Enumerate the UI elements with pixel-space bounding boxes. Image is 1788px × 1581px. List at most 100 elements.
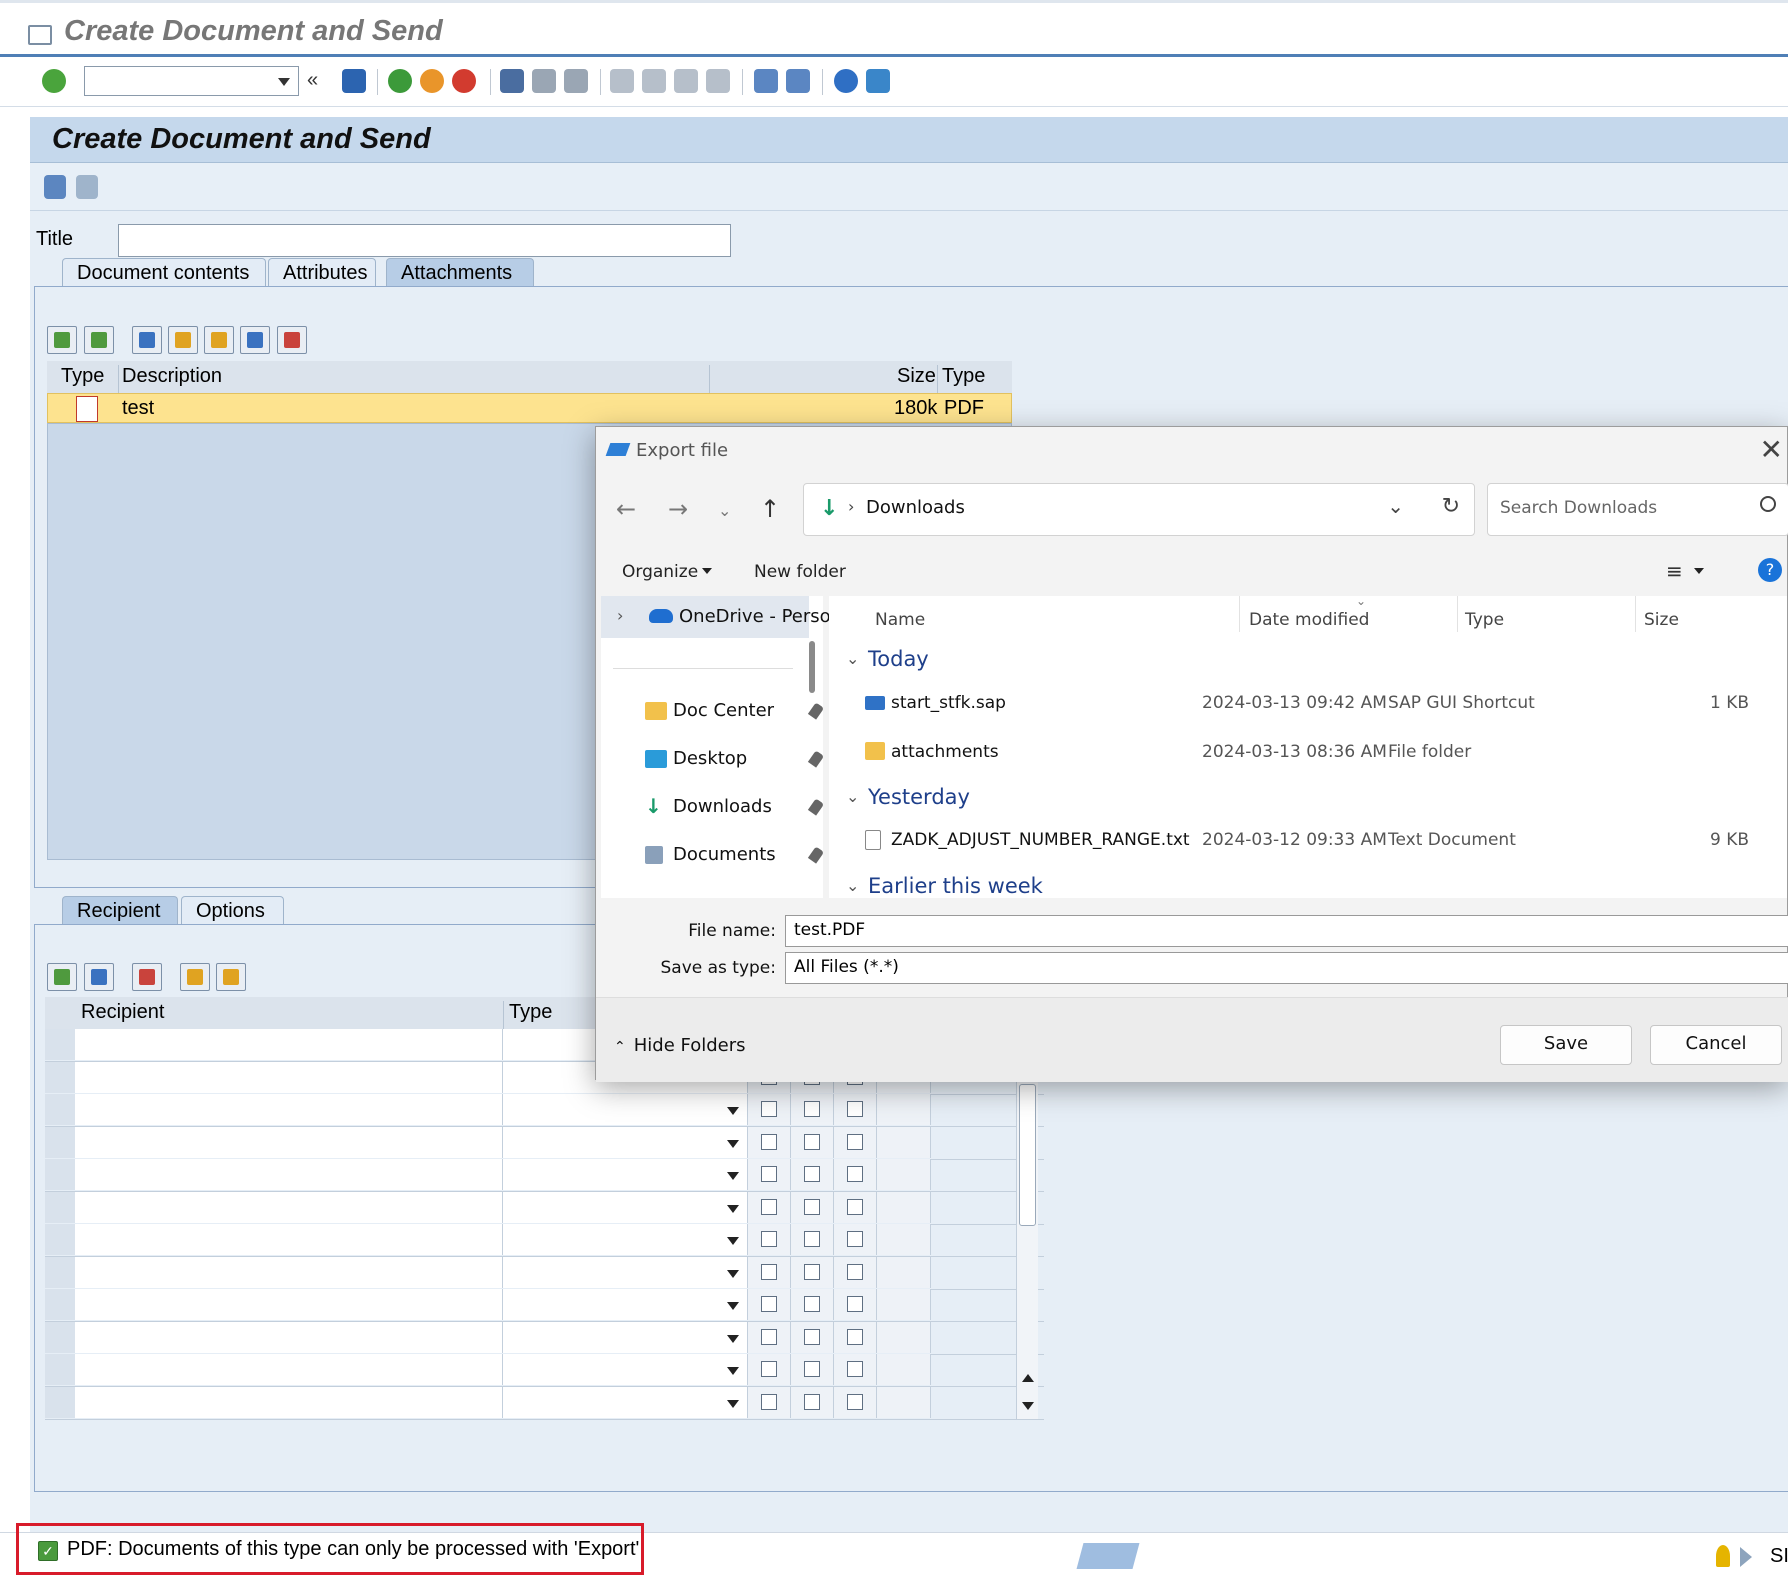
file-name-input[interactable]: test.PDF bbox=[785, 915, 1788, 947]
group-today[interactable]: ⌄ Today bbox=[846, 647, 929, 671]
row-selector[interactable] bbox=[45, 1354, 76, 1385]
recipient-cell[interactable] bbox=[75, 1029, 503, 1060]
scrollbar-thumb[interactable] bbox=[1019, 1084, 1036, 1226]
previous-page-icon[interactable] bbox=[642, 69, 666, 93]
row-selector[interactable] bbox=[45, 1191, 76, 1223]
column-size[interactable]: Size bbox=[1644, 610, 1679, 630]
checkbox[interactable] bbox=[804, 1166, 820, 1182]
chevron-down-icon[interactable] bbox=[727, 1269, 739, 1278]
edit-button[interactable] bbox=[132, 326, 162, 354]
attachment-icon[interactable] bbox=[76, 175, 98, 199]
column-type[interactable]: Type bbox=[61, 365, 104, 388]
refresh-icon[interactable]: ↻ bbox=[1442, 494, 1460, 519]
attachment-row[interactable]: test 180k PDF bbox=[47, 393, 1012, 423]
up-arrow-icon[interactable]: ↑ bbox=[760, 495, 780, 523]
row-selector[interactable] bbox=[45, 1321, 76, 1353]
checkbox[interactable] bbox=[804, 1361, 820, 1377]
find-next-icon[interactable] bbox=[564, 69, 588, 93]
recipient-cell[interactable] bbox=[75, 1289, 503, 1320]
print-icon[interactable] bbox=[500, 69, 524, 93]
checkbox[interactable] bbox=[847, 1133, 863, 1150]
checkbox[interactable] bbox=[761, 1328, 777, 1345]
checkbox[interactable] bbox=[761, 1101, 777, 1117]
address-bar[interactable]: ↓ › Downloads ⌄ ↻ bbox=[803, 483, 1475, 536]
row-selector[interactable] bbox=[45, 1126, 76, 1158]
table-row[interactable] bbox=[45, 1321, 1044, 1355]
checkbox[interactable] bbox=[804, 1263, 820, 1280]
column-description[interactable]: Description bbox=[122, 365, 222, 388]
type-cell[interactable] bbox=[503, 1126, 748, 1158]
title-input[interactable] bbox=[118, 224, 731, 257]
save-as-type-select[interactable]: All Files (*.*) bbox=[785, 952, 1788, 984]
checkbox[interactable] bbox=[761, 1296, 777, 1312]
checkbox[interactable] bbox=[761, 1361, 777, 1377]
save-button[interactable]: Save bbox=[1500, 1025, 1632, 1065]
help-icon[interactable]: ? bbox=[1758, 558, 1782, 582]
checkbox[interactable] bbox=[761, 1166, 777, 1182]
new-folder-button[interactable]: New folder bbox=[754, 562, 846, 582]
display-button[interactable] bbox=[277, 326, 307, 354]
delete-button[interactable] bbox=[240, 326, 270, 354]
chevron-down-icon[interactable] bbox=[727, 1334, 739, 1343]
row-selector[interactable] bbox=[45, 1224, 76, 1255]
checkbox[interactable] bbox=[804, 1328, 820, 1345]
save-icon[interactable] bbox=[342, 69, 366, 93]
table-row[interactable] bbox=[45, 1289, 1044, 1322]
column-type[interactable]: Type bbox=[1465, 610, 1504, 630]
first-page-icon[interactable] bbox=[610, 69, 634, 93]
checkbox[interactable] bbox=[761, 1231, 777, 1247]
search-icon[interactable] bbox=[1760, 496, 1776, 512]
nav-item-desktop[interactable]: Desktop bbox=[645, 748, 825, 769]
find-icon[interactable] bbox=[532, 69, 556, 93]
chevron-down-icon[interactable] bbox=[727, 1399, 739, 1408]
row-selector[interactable] bbox=[45, 1094, 76, 1125]
table-row[interactable] bbox=[45, 1354, 1044, 1387]
recipient-cell[interactable] bbox=[75, 1386, 503, 1418]
scroll-down-icon[interactable] bbox=[1022, 1402, 1034, 1410]
table-row[interactable] bbox=[45, 1224, 1044, 1257]
shortcut-icon[interactable] bbox=[786, 69, 810, 93]
collapse-icon[interactable]: « bbox=[307, 69, 325, 93]
table-row[interactable] bbox=[45, 1094, 1044, 1127]
row-selector[interactable] bbox=[45, 1029, 76, 1060]
recipient-cell[interactable] bbox=[75, 1321, 503, 1353]
chevron-down-icon[interactable] bbox=[727, 1107, 739, 1115]
checkbox[interactable] bbox=[804, 1133, 820, 1150]
type-cell[interactable] bbox=[503, 1191, 748, 1223]
table-row[interactable] bbox=[45, 1191, 1044, 1225]
nav-item-onedrive[interactable]: OneDrive - Perso bbox=[679, 606, 831, 627]
recipient-cell[interactable] bbox=[75, 1354, 503, 1385]
checkbox[interactable] bbox=[847, 1296, 863, 1312]
view-dropdown-icon[interactable] bbox=[1694, 568, 1704, 574]
row-selector[interactable] bbox=[45, 1386, 76, 1418]
append-button[interactable] bbox=[204, 326, 234, 354]
column-recipient[interactable]: Recipient bbox=[81, 1001, 164, 1024]
type-cell[interactable] bbox=[503, 1289, 748, 1320]
type-cell[interactable] bbox=[503, 1159, 748, 1190]
hint-icon[interactable] bbox=[1716, 1545, 1730, 1567]
chevron-down-icon[interactable] bbox=[727, 1204, 739, 1213]
recipients-scrollbar[interactable] bbox=[1016, 1082, 1038, 1419]
next-page-icon[interactable] bbox=[674, 69, 698, 93]
export-button[interactable] bbox=[84, 326, 114, 354]
recipient-insert-button[interactable] bbox=[180, 963, 210, 991]
exit-icon[interactable] bbox=[420, 69, 444, 93]
checkbox[interactable] bbox=[761, 1133, 777, 1150]
nav-item-doc-center[interactable]: Doc Center bbox=[645, 700, 825, 721]
column-name[interactable]: Name bbox=[875, 610, 925, 630]
recipient-cell[interactable] bbox=[75, 1061, 503, 1093]
recipient-edit-button[interactable] bbox=[84, 963, 114, 991]
recipient-cell[interactable] bbox=[75, 1094, 503, 1125]
group-earlier-this-week[interactable]: ⌄ Earlier this week bbox=[846, 874, 1043, 898]
menu-icon[interactable] bbox=[28, 25, 52, 45]
type-cell[interactable] bbox=[503, 1321, 748, 1353]
checkbox[interactable] bbox=[804, 1198, 820, 1215]
checkbox[interactable] bbox=[847, 1198, 863, 1215]
cancel-icon[interactable] bbox=[452, 69, 476, 93]
pin-icon[interactable] bbox=[807, 750, 825, 768]
back-icon[interactable] bbox=[388, 69, 412, 93]
chevron-down-icon[interactable] bbox=[727, 1172, 739, 1180]
nav-scrollbar-thumb[interactable] bbox=[809, 641, 815, 693]
table-row[interactable] bbox=[45, 1126, 1044, 1160]
checkbox[interactable] bbox=[847, 1166, 863, 1182]
